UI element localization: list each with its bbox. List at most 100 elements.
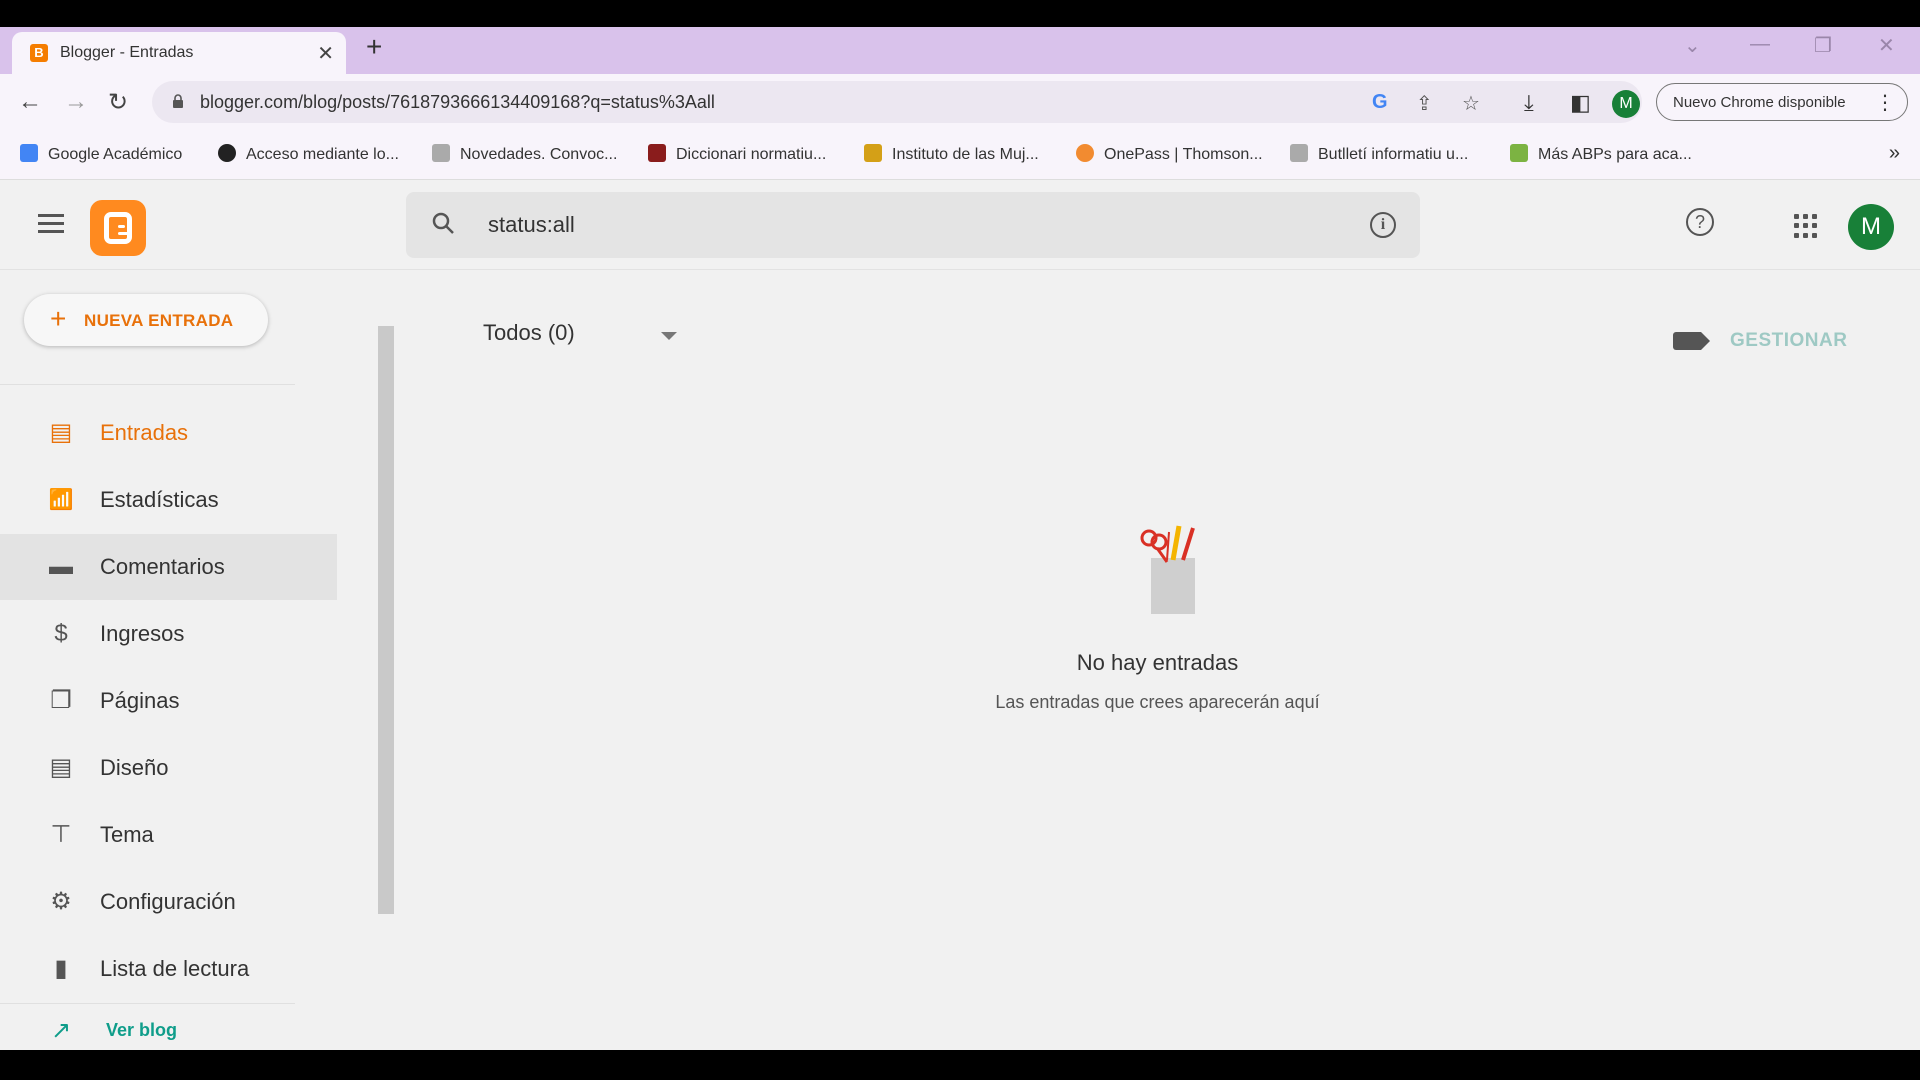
manage-button[interactable]: GESTIONAR [1730,330,1847,352]
pages-icon: ❐ [50,687,72,714]
star-bookmark-icon[interactable]: ☆ [1462,91,1480,116]
label-icon [1673,332,1710,350]
info-icon[interactable]: i [1370,212,1396,238]
bookmark-item[interactable]: OnePass | Thomson... [1076,144,1263,164]
bookmark-favicon-icon [1290,144,1308,162]
bookmark-label: Butlletí informatiu u... [1318,146,1469,163]
new-post-label: NUEVA ENTRADA [84,311,234,330]
more-bookmarks-icon[interactable]: » [1889,142,1900,165]
bookmark-favicon-icon [432,144,450,162]
empty-state-title: No hay entradas [1076,650,1239,675]
sidebar-item-paginas[interactable]: ❐ Páginas [0,668,337,734]
update-label: Nuevo Chrome disponible [1673,94,1846,111]
sidebar-item-entradas[interactable]: ▤ Entradas [0,400,337,466]
apps-grid-icon[interactable] [1794,214,1818,238]
browser-tab-bar: B Blogger - Entradas ✕ + ⌄ — ❐ ✕ [0,27,1920,74]
restore-button[interactable]: ❐ [1814,33,1832,58]
sidebar-item-lista-de-lectura[interactable]: ▮ Lista de lectura [0,936,337,1002]
sidebar-item-label: Tema [100,822,154,847]
theme-icon: ⊤ [50,821,72,848]
browser-toolbar: ← → ↻ blogger.com/blog/posts/76187936661… [0,74,1920,132]
bookmark-favicon-icon [1510,144,1528,162]
posts-icon: ▤ [49,419,73,446]
view-blog-link[interactable]: ↗ Ver blog [0,1010,337,1054]
profile-avatar-small[interactable]: M [1612,90,1640,118]
sidebar-item-label: Comentarios [100,554,225,579]
chevron-down-icon[interactable] [661,332,677,340]
sidebar: + NUEVA ENTRADA ▤ Entradas 📶 Estadística… [0,270,395,1050]
empty-state-subtitle: Las entradas que crees aparecerán aquí [995,692,1320,712]
hamburger-menu-icon[interactable] [38,214,64,234]
url-text: blogger.com/blog/posts/76187936661344091… [200,92,715,112]
bookmark-item[interactable]: Butlletí informatiu u... [1290,144,1468,164]
bookmark-favicon-icon [1076,144,1094,162]
bookmark-label: Acceso mediante lo... [246,146,399,163]
download-icon[interactable]: ⤓ [1524,90,1534,116]
search-input[interactable] [488,212,1288,238]
bookmark-favicon-icon [218,144,236,162]
sidebar-item-tema[interactable]: ⊤ Tema [0,802,337,868]
screen: B Blogger - Entradas ✕ + ⌄ — ❐ ✕ ← → ↻ b… [0,0,1920,1080]
search-icon[interactable] [432,212,454,234]
tab-title: Blogger - Entradas [60,44,194,61]
blogger-logo-mark [104,212,132,244]
reload-icon[interactable]: ↻ [108,88,128,117]
bookmark-item[interactable]: Google Académico [20,144,182,164]
new-post-button[interactable]: + NUEVA ENTRADA [24,294,268,346]
bookmark-item[interactable]: Acceso mediante lo... [218,144,399,164]
bookmark-item[interactable]: Más ABPs para aca... [1510,144,1692,164]
sidebar-item-diseno[interactable]: ▤ Diseño [0,735,337,801]
bookmark-item[interactable]: Novedades. Convoc... [432,144,617,164]
sidebar-item-configuracion[interactable]: ⚙ Configuración [0,869,337,935]
sidebar-item-comentarios[interactable]: ▬ Comentarios [0,534,337,600]
main-content: Todos (0) GESTIONAR No hay entradas Las … [395,270,1920,1050]
sidebar-item-label: Configuración [100,889,236,914]
minimize-button[interactable]: — [1750,33,1770,56]
sidebar-item-label: Entradas [100,420,189,445]
bookmark-label: OnePass | Thomson... [1104,146,1263,163]
blogger-logo[interactable] [90,200,146,256]
close-window-button[interactable]: ✕ [1878,33,1895,58]
post-filter-dropdown[interactable]: Todos (0) [483,320,575,346]
sidebar-item-label: Lista de lectura [100,956,250,981]
new-tab-button[interactable]: + [366,31,382,63]
sidebar-scrollbar[interactable] [378,326,394,914]
earnings-icon: $ [54,620,68,647]
google-lens-icon[interactable]: G [1372,91,1388,114]
help-icon[interactable]: ? [1686,208,1714,236]
browser-tab[interactable]: B Blogger - Entradas ✕ [12,32,346,74]
sidebar-item-label: Páginas [100,688,180,713]
pencil-cup-icon [1140,525,1195,614]
divider [0,384,295,385]
sidebar-item-label: Diseño [100,755,169,780]
sidebar-item-ingresos[interactable]: $ Ingresos [0,601,337,667]
stats-icon: 📶 [48,489,74,511]
settings-icon: ⚙ [50,888,72,915]
sidebar-item-estadisticas[interactable]: 📶 Estadísticas [0,467,337,533]
address-bar[interactable]: blogger.com/blog/posts/76187936661344091… [152,81,1642,123]
share-icon[interactable]: ⇪ [1416,91,1433,116]
bookmark-favicon-icon [20,144,38,162]
view-blog-label: Ver blog [106,1020,178,1040]
tab-close-icon[interactable]: ✕ [317,41,334,66]
lock-icon [173,94,183,108]
bookmarks-bar: Google Académico Acceso mediante lo... N… [0,132,1920,180]
bookmark-label: Instituto de las Muj... [892,146,1039,163]
tab-search-icon[interactable]: ⌄ [1684,33,1701,58]
bookmark-label: Más ABPs para aca... [1538,146,1692,163]
search-box[interactable]: i [406,192,1420,258]
side-panel-icon[interactable]: ◧ [1570,90,1591,116]
bookmark-icon: ▮ [54,955,68,982]
bookmark-item[interactable]: Diccionari normatiu... [648,144,826,164]
forward-arrow-icon[interactable]: → [64,88,88,116]
bookmark-favicon-icon [648,144,666,162]
layout-icon: ▤ [49,754,73,781]
bookmark-label: Diccionari normatiu... [676,146,827,163]
sidebar-item-label: Ingresos [100,621,185,646]
app-header: i ? M [0,180,1920,270]
kebab-menu-icon: ⋮ [1875,92,1895,114]
chrome-update-button[interactable]: Nuevo Chrome disponible ⋮ [1656,83,1908,121]
account-avatar[interactable]: M [1848,204,1894,250]
back-arrow-icon[interactable]: ← [18,88,42,116]
bookmark-item[interactable]: Instituto de las Muj... [864,144,1039,164]
